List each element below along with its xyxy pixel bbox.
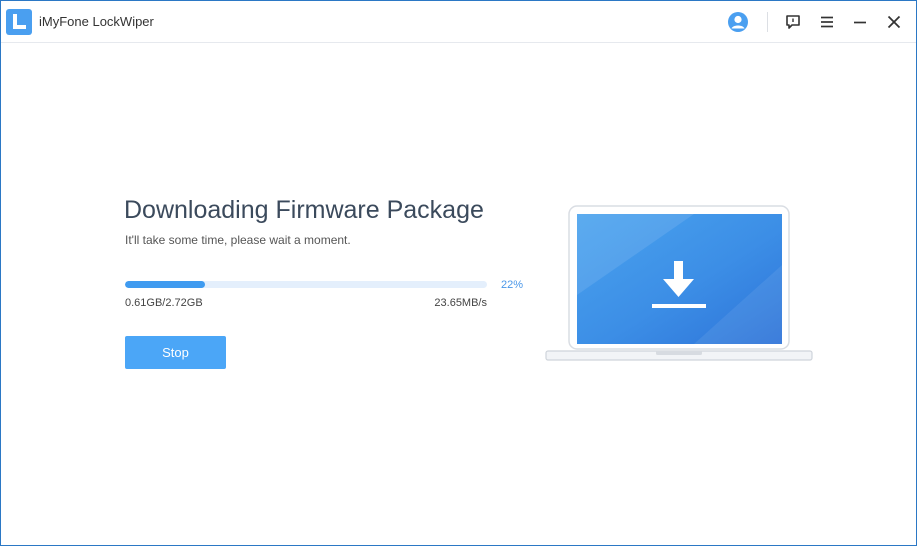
app-title: iMyFone LockWiper bbox=[39, 14, 154, 29]
app-logo bbox=[6, 9, 32, 35]
close-icon[interactable] bbox=[883, 11, 905, 33]
download-progress-bar bbox=[125, 281, 487, 288]
user-avatar-icon[interactable] bbox=[727, 11, 749, 33]
hamburger-menu-icon[interactable] bbox=[816, 11, 838, 33]
progress-percent: 22% bbox=[501, 279, 524, 291]
laptop-download-illustration bbox=[544, 205, 814, 370]
chat-bubble-icon[interactable] bbox=[782, 11, 804, 33]
titlebar-divider bbox=[767, 12, 768, 32]
page-title: Downloading Firmware Package bbox=[124, 196, 484, 224]
page-subtitle: It'll take some time, please wait a mome… bbox=[125, 233, 351, 247]
stop-button[interactable]: Stop bbox=[125, 336, 226, 369]
download-progress-fill bbox=[125, 281, 205, 288]
title-bar: iMyFone LockWiper bbox=[1, 1, 916, 43]
minimize-icon[interactable] bbox=[849, 11, 871, 33]
main-content: Downloading Firmware Package It'll take … bbox=[1, 43, 916, 545]
download-speed: 23.65MB/s bbox=[434, 297, 487, 309]
app-window: iMyFone LockWiper Downloading Firmware P… bbox=[0, 0, 917, 546]
downloaded-size: 0.61GB/2.72GB bbox=[125, 297, 203, 309]
